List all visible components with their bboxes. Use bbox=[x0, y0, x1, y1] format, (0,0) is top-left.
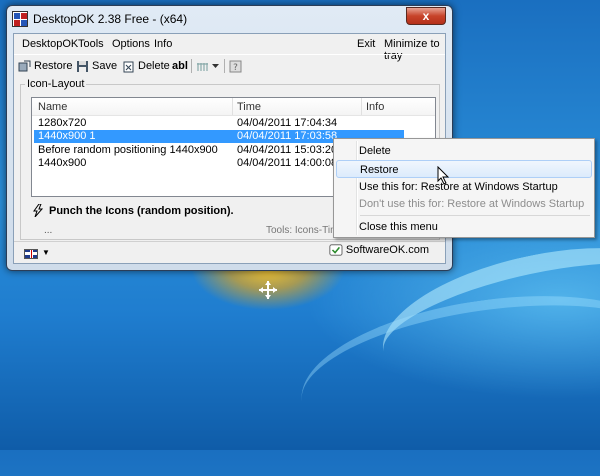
menu-separator bbox=[360, 215, 590, 216]
menu-desktopok[interactable]: DesktopOK bbox=[22, 38, 78, 50]
ctx-use-at-startup[interactable]: Use this for: Restore at Windows Startup bbox=[336, 178, 592, 196]
menu-options[interactable]: Options bbox=[112, 38, 150, 50]
restore-icon bbox=[18, 60, 31, 71]
column-separator[interactable] bbox=[232, 98, 233, 115]
softwareok-logo-icon bbox=[329, 244, 343, 256]
move-cursor-icon bbox=[259, 281, 277, 299]
toolbar: Restore Save Delete abl ? bbox=[14, 54, 445, 77]
row-time: 04/04/2011 17:03:58 bbox=[237, 130, 338, 142]
ctx-restore[interactable]: Restore bbox=[336, 160, 592, 178]
mouse-cursor-icon bbox=[437, 166, 450, 185]
lightning-icon bbox=[33, 204, 44, 217]
ctx-use-at-startup-label: Use this for: Restore at Windows Startup bbox=[359, 181, 558, 193]
row-time: 04/04/2011 17:04:34 bbox=[237, 117, 338, 129]
menu-bar: DesktopOK Tools Options Info Exit Minimi… bbox=[14, 34, 445, 62]
ctx-delete-label: Delete bbox=[359, 145, 391, 157]
ctx-dont-use-label: Don't use this for: Restore at Windows S… bbox=[359, 198, 585, 210]
ctx-restore-label: Restore bbox=[360, 164, 399, 176]
ctx-delete[interactable]: Delete bbox=[336, 142, 592, 160]
help-button[interactable]: ? bbox=[229, 58, 245, 74]
uk-flag-icon[interactable] bbox=[24, 249, 38, 259]
chevron-down-icon bbox=[212, 63, 219, 68]
save-button[interactable]: Save bbox=[76, 58, 117, 74]
column-name[interactable]: Name bbox=[38, 101, 67, 113]
menu-tools[interactable]: Tools bbox=[78, 38, 104, 50]
menu-exit[interactable]: Exit bbox=[357, 38, 375, 50]
ctx-close-menu[interactable]: Close this menu bbox=[336, 218, 592, 236]
toolbar-separator bbox=[224, 59, 225, 73]
row-time: 04/04/2011 14:00:08 bbox=[237, 157, 338, 169]
grid-icon bbox=[197, 62, 208, 71]
row-time: 04/04/2011 15:03:20 bbox=[237, 144, 338, 156]
restore-label: Restore bbox=[34, 60, 73, 72]
grid-dropdown-button[interactable] bbox=[196, 58, 219, 74]
chevron-down-icon[interactable]: ▼ bbox=[42, 248, 50, 257]
delete-label: Delete bbox=[138, 60, 170, 72]
save-label: Save bbox=[92, 60, 118, 72]
row-name: Before random positioning 1440x900 bbox=[38, 144, 218, 156]
svg-text:?: ? bbox=[233, 63, 238, 73]
app-icon bbox=[12, 11, 28, 27]
row-name: 1440x900 1 bbox=[38, 130, 96, 142]
delete-icon bbox=[123, 61, 134, 72]
restore-button[interactable]: Restore bbox=[18, 58, 73, 74]
table-row[interactable]: 1280x720 04/04/2011 17:04:34 bbox=[34, 117, 404, 130]
abl-label: abl bbox=[172, 60, 188, 72]
help-icon: ? bbox=[229, 60, 242, 73]
column-info[interactable]: Info bbox=[366, 101, 384, 113]
softwareok-label: SoftwareOK.com bbox=[345, 244, 429, 256]
save-icon bbox=[77, 60, 88, 72]
list-header: Name Time Info bbox=[32, 98, 435, 116]
menu-info[interactable]: Info bbox=[154, 38, 172, 50]
close-button[interactable]: x bbox=[406, 7, 446, 25]
punch-label: Punch the Icons (random position). bbox=[49, 204, 234, 217]
ctx-close-label: Close this menu bbox=[359, 221, 438, 233]
toolbar-separator bbox=[191, 59, 192, 73]
delete-button[interactable]: Delete bbox=[122, 58, 170, 74]
row-name: 1440x900 bbox=[38, 157, 87, 169]
icon-layout-legend: Icon-Layout bbox=[27, 78, 85, 90]
column-separator[interactable] bbox=[361, 98, 362, 115]
softwareok-link[interactable]: SoftwareOK.com bbox=[329, 240, 429, 260]
ctx-dont-use-at-startup[interactable]: Don't use this for: Restore at Windows S… bbox=[336, 195, 592, 213]
column-time[interactable]: Time bbox=[237, 101, 261, 113]
abl-button[interactable]: abl bbox=[172, 58, 188, 74]
context-menu: Delete Restore Use this for: Restore at … bbox=[333, 138, 595, 238]
window-title: DesktopOK 2.38 Free - (x64) bbox=[33, 12, 188, 26]
punch-icons-link[interactable]: Punch the Icons (random position). bbox=[32, 204, 234, 217]
more-dots[interactable]: ... bbox=[44, 225, 52, 236]
title-bar[interactable]: DesktopOK 2.38 Free - (x64) x bbox=[7, 6, 452, 32]
row-name: 1280x720 bbox=[38, 117, 87, 129]
